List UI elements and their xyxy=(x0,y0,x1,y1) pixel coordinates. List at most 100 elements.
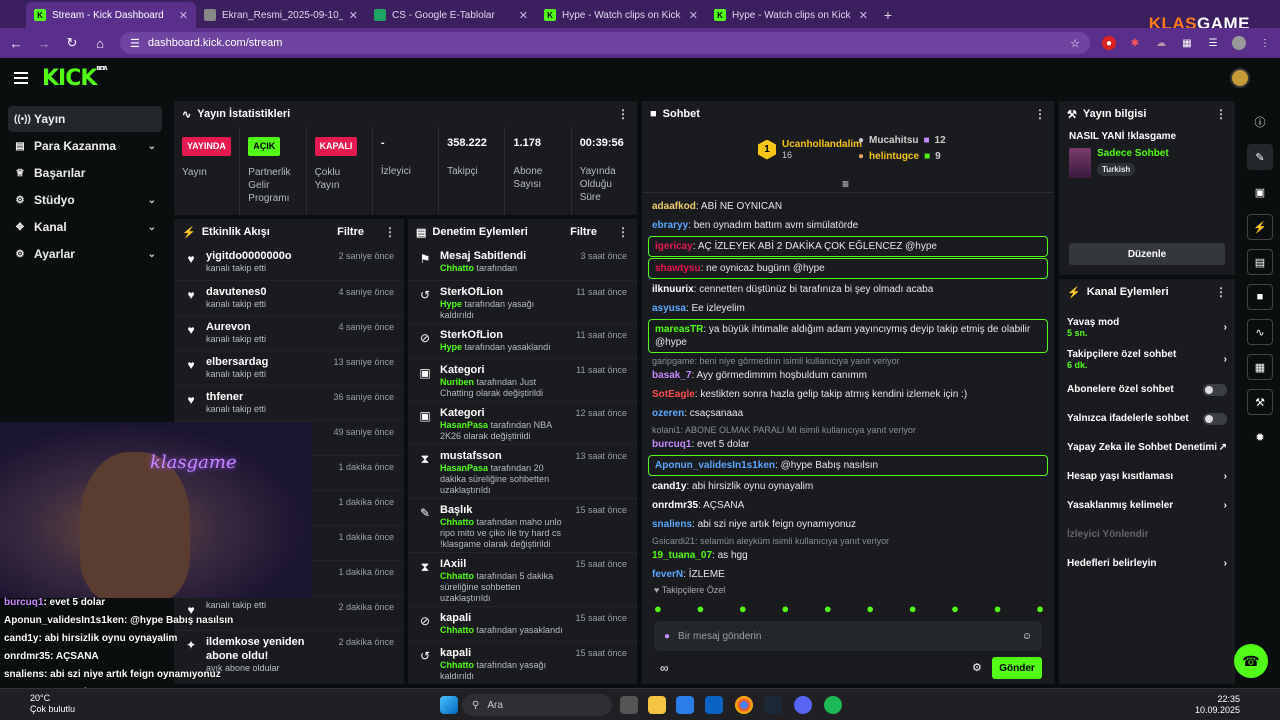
apps-icon[interactable]: ✹ xyxy=(1247,424,1273,450)
channel-action-item[interactable]: Yavaş mod 5 sn. › xyxy=(1059,311,1235,343)
tab-close-icon[interactable]: ✕ xyxy=(349,9,358,22)
sidebar-item-5[interactable]: ⚙ Ayarlar ⌄ xyxy=(8,241,162,267)
chat-username[interactable]: ozeren xyxy=(652,408,684,419)
activity-filter-button[interactable]: Filtre xyxy=(337,226,364,238)
capture-icon[interactable]: ▣ xyxy=(1247,179,1273,205)
chevron-right-icon[interactable]: › xyxy=(1224,471,1227,482)
emote-icon[interactable]: ● xyxy=(654,601,662,616)
chevron-down-icon[interactable]: ⌄ xyxy=(148,222,156,233)
mic-icon[interactable]: ● xyxy=(664,631,670,642)
channel-actions-more-icon[interactable]: ⋮ xyxy=(1215,285,1227,299)
moderation-filter-button[interactable]: Filtre xyxy=(570,226,597,238)
chat-username[interactable]: SotEagle xyxy=(652,389,695,400)
info-icon[interactable]: ⓘ xyxy=(1247,109,1273,135)
file-explorer-icon[interactable] xyxy=(648,696,666,714)
user-avatar[interactable] xyxy=(1230,68,1250,88)
chevron-right-icon[interactable]: › xyxy=(1224,354,1227,365)
channel-action-item[interactable]: Hesap yaşı kısıtlaması › xyxy=(1059,462,1235,491)
new-tab-button[interactable]: + xyxy=(876,2,900,28)
sidebar-item-4[interactable]: ✥ Kanal ⌄ xyxy=(8,214,162,240)
chevron-down-icon[interactable]: ⌄ xyxy=(148,249,156,260)
sidebar-item-0[interactable]: ((•)) Yayın xyxy=(8,106,162,132)
chevron-right-icon[interactable]: › xyxy=(1224,558,1227,569)
browser-tab-0[interactable]: K Stream - Kick Dashboard ✕ xyxy=(26,2,196,28)
moderation-more-icon[interactable]: ⋮ xyxy=(617,225,629,239)
task-view-icon[interactable] xyxy=(620,696,638,714)
top-gifter-3[interactable]: ● helintugce ■ 9 xyxy=(858,151,941,162)
emote-icon[interactable]: ● xyxy=(696,601,704,616)
chevron-down-icon[interactable]: ⌄ xyxy=(148,195,156,206)
activity-more-icon[interactable]: ⋮ xyxy=(384,225,396,239)
pencil-icon[interactable]: ✎ xyxy=(1247,144,1273,170)
chat-username[interactable]: ilknuurix xyxy=(652,284,694,295)
chat-username[interactable]: asyusa xyxy=(652,303,686,314)
extension-bug-icon[interactable]: ✱ xyxy=(1128,36,1142,50)
forward-icon[interactable]: → xyxy=(36,35,52,51)
sidebar-item-3[interactable]: ⚙ Stüdyo ⌄ xyxy=(8,187,162,213)
emoji-icon[interactable]: ☺ xyxy=(1022,631,1032,642)
channel-action-item[interactable]: Yasaklanmış kelimeler › xyxy=(1059,491,1235,520)
external-link-icon[interactable]: ↗ xyxy=(1219,442,1227,453)
channel-action-item[interactable]: Takipçilere özel sohbet 6 dk. › xyxy=(1059,343,1235,375)
send-button[interactable]: Gönder xyxy=(992,657,1042,679)
chat-username[interactable]: basak_7 xyxy=(652,370,691,381)
emote-icon[interactable]: ● xyxy=(866,601,874,616)
sidebar-item-2[interactable]: ♕ Başarılar xyxy=(8,160,162,186)
moderation-actor[interactable]: Chhatto xyxy=(440,571,474,581)
chat-username[interactable]: shawtysu xyxy=(655,263,701,274)
chat-username[interactable]: 19_tuana_07 xyxy=(652,550,712,561)
weather-widget[interactable]: 20°C Çok bulutlu xyxy=(30,693,75,715)
moderation-actor[interactable]: Hype xyxy=(440,299,462,309)
browser-tab-3[interactable]: K Hype - Watch clips on Kick ✕ xyxy=(536,2,706,28)
extension-cloud-icon[interactable]: ☁ xyxy=(1154,36,1168,50)
layout-icon[interactable]: ▦ xyxy=(1247,354,1273,380)
bookmark-star-icon[interactable]: ☆ xyxy=(1070,37,1080,50)
expand-chevron-icon[interactable]: ≡ xyxy=(842,177,849,191)
start-icon[interactable] xyxy=(440,696,458,714)
emote-icon[interactable]: ● xyxy=(909,601,917,616)
chat-username[interactable]: snaliens xyxy=(652,519,692,530)
chat-more-icon[interactable]: ⋮ xyxy=(1034,107,1046,121)
emote-icon[interactable]: ● xyxy=(994,601,1002,616)
chat-username[interactable]: onrdmr35 xyxy=(652,500,698,511)
tab-close-icon[interactable]: ✕ xyxy=(689,9,698,22)
chat-username[interactable]: Aponun_validesIn1s1ken xyxy=(655,460,775,471)
home-icon[interactable]: ⌂ xyxy=(92,35,108,51)
chat-username[interactable]: mareasTR xyxy=(655,324,703,335)
chevron-down-icon[interactable]: ⌄ xyxy=(148,141,156,152)
moderation-actor[interactable]: HasanPasa xyxy=(440,463,488,473)
chat-settings-icon[interactable]: ⚙ xyxy=(972,661,982,674)
sidebar-item-1[interactable]: ▤ Para Kazanma ⌄ xyxy=(8,133,162,159)
broadcast-icon[interactable]: ∿ xyxy=(1247,319,1273,345)
extension-red-icon[interactable]: ● xyxy=(1102,36,1116,50)
moderation-actor[interactable]: Chhatto xyxy=(440,517,474,527)
emote-icon[interactable]: ● xyxy=(1036,601,1044,616)
emote-icon[interactable]: ● xyxy=(824,601,832,616)
moderation-actor[interactable]: Hype xyxy=(440,342,462,352)
reload-icon[interactable]: ↻ xyxy=(64,35,80,51)
chat-tool-icon[interactable]: ■ xyxy=(1247,284,1273,310)
chat-input[interactable]: ● Bir mesaj gönderin ☺ xyxy=(654,621,1042,651)
tab-close-icon[interactable]: ✕ xyxy=(859,9,868,22)
top-gifter-1[interactable]: 1 Ucanhollandalim 16 xyxy=(758,139,862,160)
moderation-actor[interactable]: Chhatto xyxy=(440,625,474,635)
clock[interactable]: 22:35 10.09.2025 xyxy=(1195,694,1240,716)
url-field[interactable]: ☰ dashboard.kick.com/stream ☆ xyxy=(120,32,1090,54)
lightning-tool-icon[interactable]: ⚡ xyxy=(1247,214,1273,240)
kick-logo[interactable]: KICKBETA xyxy=(42,66,108,91)
discord-icon[interactable] xyxy=(794,696,812,714)
chrome-icon[interactable] xyxy=(735,696,753,714)
outlook-icon[interactable] xyxy=(705,696,723,714)
chat-tools-icon[interactable]: ∞ xyxy=(660,661,669,675)
chat-username[interactable]: cand1y xyxy=(652,481,686,492)
spotify-icon[interactable] xyxy=(824,696,842,714)
steam-icon[interactable] xyxy=(764,696,782,714)
tab-close-icon[interactable]: ✕ xyxy=(179,9,188,22)
channel-action-item[interactable]: Yalnızca ifadelerle sohbet xyxy=(1059,404,1235,433)
back-icon[interactable]: ← xyxy=(8,35,24,51)
chat-username[interactable]: igericay xyxy=(655,241,693,252)
chevron-right-icon[interactable]: › xyxy=(1224,322,1227,333)
chat-username[interactable]: adaafkod xyxy=(652,201,696,212)
moderation-actor[interactable]: Chhatto xyxy=(440,263,474,273)
chat-username[interactable]: feverN xyxy=(652,569,683,580)
